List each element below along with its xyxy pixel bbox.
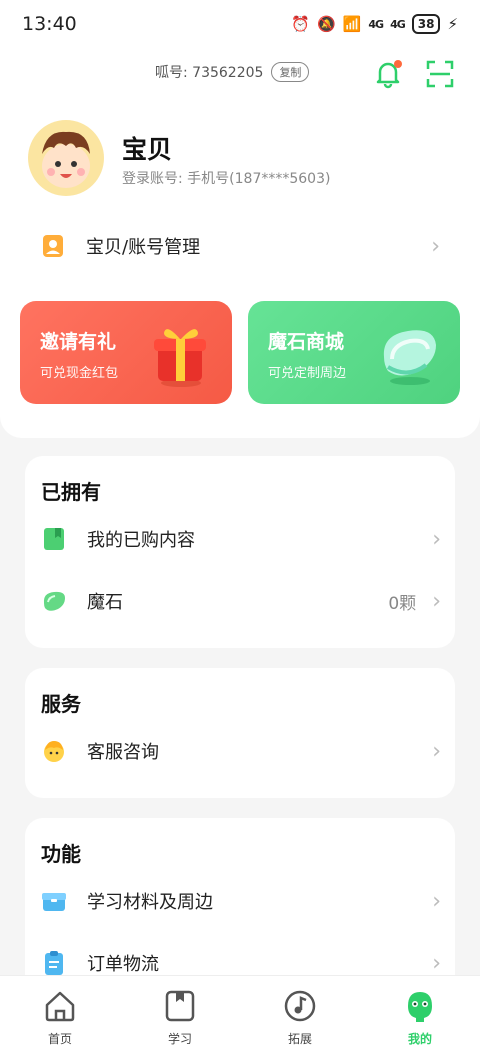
customer-service-icon	[44, 741, 64, 762]
alarm-icon: ⏰	[291, 15, 310, 33]
bottom-tab-bar: 首页 学习 拓展 我的	[0, 975, 480, 1058]
functions-card: 功能 学习材料及周边 › 订单物流 ›	[25, 818, 455, 998]
study-materials-row[interactable]: 学习材料及周边 ›	[41, 880, 441, 922]
account-manage-label: 宝贝/账号管理	[86, 237, 201, 258]
tab-mine-label: 我的	[407, 1032, 432, 1046]
purchased-book-icon	[44, 528, 64, 550]
tab-expand-label: 拓展	[287, 1032, 312, 1046]
signal-4g-icon-2: 4G	[390, 17, 406, 31]
magic-stone-label: 魔石	[87, 592, 123, 613]
tab-home[interactable]: 首页	[0, 976, 120, 1058]
charging-icon: ⚡	[447, 15, 458, 33]
home-icon	[45, 991, 75, 1022]
music-icon	[284, 990, 316, 1022]
purchased-content-label: 我的已购内容	[87, 530, 195, 551]
scan-icon[interactable]	[426, 60, 454, 88]
owned-card: 已拥有 我的已购内容 › 魔石 0颗 ›	[25, 456, 455, 648]
status-time: 13:40	[22, 13, 77, 35]
account-manage-row[interactable]: 宝贝/账号管理 ›	[40, 226, 440, 266]
customer-service-label: 客服咨询	[87, 742, 159, 763]
magic-stone-count: 0颗	[388, 593, 417, 614]
signal-4g-icon: 4G	[368, 17, 384, 31]
account-card-icon	[43, 235, 63, 257]
user-id-text: 呱号: 73562205	[155, 65, 264, 81]
order-logistics-label: 订单物流	[87, 954, 159, 975]
tab-expand[interactable]: 拓展	[240, 976, 360, 1058]
status-icons: ⏰ 🔕 📶 4G 4G 38 ⚡	[291, 14, 458, 34]
user-id-row: 呱号: 73562205 复制	[155, 62, 310, 82]
chevron-right-icon: ›	[432, 526, 441, 552]
chevron-right-icon: ›	[431, 233, 440, 259]
book-icon	[165, 990, 195, 1022]
gift-icon	[154, 329, 206, 387]
tab-mine[interactable]: 我的	[360, 976, 480, 1058]
customer-service-row[interactable]: 客服咨询 ›	[41, 730, 441, 772]
login-account-text: 登录账号: 手机号(187****5603)	[122, 171, 331, 187]
invite-promo-card[interactable]: 邀请有礼 可兑现金红包	[20, 301, 232, 404]
order-clipboard-icon	[45, 951, 63, 975]
battery-icon: 38	[411, 14, 441, 34]
magic-stone-icon	[383, 330, 436, 385]
wifi-icon: 📶	[342, 15, 362, 33]
services-title: 服务	[41, 692, 81, 716]
services-card: 服务 客服咨询 ›	[25, 668, 455, 798]
bell-icon[interactable]	[372, 58, 404, 90]
user-name: 宝贝	[122, 135, 173, 164]
purchased-content-row[interactable]: 我的已购内容 ›	[41, 518, 441, 560]
owned-title: 已拥有	[41, 480, 101, 504]
frog-icon	[408, 992, 432, 1022]
magic-stone-small-icon	[43, 591, 65, 611]
tab-home-label: 首页	[47, 1032, 72, 1046]
chevron-right-icon: ›	[432, 888, 441, 914]
chevron-right-icon: ›	[432, 950, 441, 976]
tab-study[interactable]: 学习	[120, 976, 240, 1058]
functions-title: 功能	[41, 842, 81, 866]
magic-stone-row[interactable]: 魔石 0颗 ›	[41, 580, 441, 622]
chevron-right-icon: ›	[432, 738, 441, 764]
copy-button[interactable]: 复制	[271, 62, 310, 82]
status-bar: 13:40 ⏰ 🔕 📶 4G 4G 38 ⚡	[0, 0, 480, 48]
materials-box-icon	[42, 893, 66, 911]
study-materials-label: 学习材料及周边	[87, 892, 213, 913]
chevron-right-icon: ›	[432, 588, 441, 614]
avatar[interactable]	[28, 120, 104, 196]
shop-promo-card[interactable]: 魔石商城 可兑定制周边	[248, 301, 460, 404]
mute-icon: 🔕	[317, 15, 336, 33]
tab-study-label: 学习	[167, 1032, 192, 1046]
